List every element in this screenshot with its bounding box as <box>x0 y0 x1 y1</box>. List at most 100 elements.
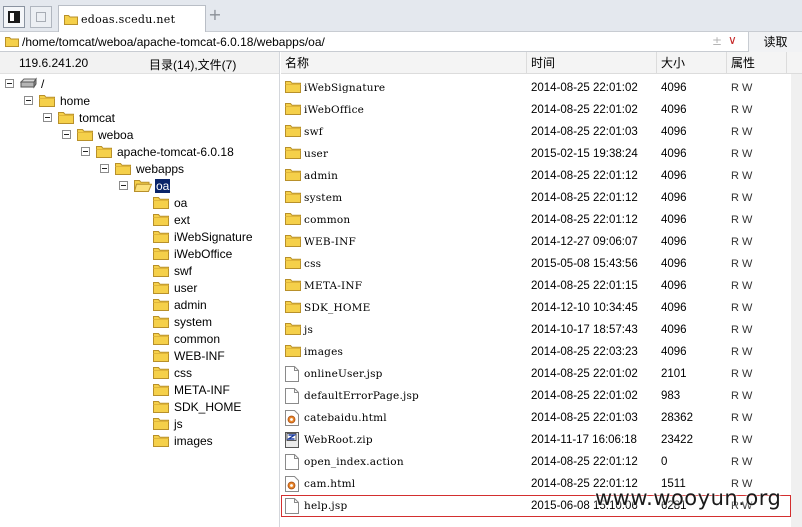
path-input[interactable]: /home/tomcat/weboa/apache-tomcat-6.0.18/… <box>22 35 325 49</box>
file-name: admin <box>304 170 339 182</box>
tree-node-label: tomcat <box>79 111 116 125</box>
collapse-toggle-icon[interactable] <box>62 130 71 139</box>
file-time: 2015-05-08 15:43:56 <box>531 258 638 270</box>
file-attr: R W <box>731 258 753 270</box>
file-name: defaultErrorPage.jsp <box>304 390 419 402</box>
file-size: 23422 <box>661 434 693 446</box>
collapse-toggle-icon[interactable] <box>119 181 128 190</box>
file-size: 4096 <box>661 170 687 182</box>
file-time: 2014-08-25 22:01:12 <box>531 192 638 204</box>
tree-node-label: system <box>174 315 213 329</box>
file-row[interactable]: iWebSignature 2014-08-25 22:01:02 4096 R W <box>281 77 791 99</box>
add-tab-button[interactable]: + <box>207 7 223 24</box>
folder-icon <box>115 162 131 178</box>
folder-icon <box>285 234 301 250</box>
file-size: 4096 <box>661 324 687 336</box>
inactive-tab-button[interactable] <box>30 6 52 28</box>
file-time: 2014-11-17 16:06:18 <box>531 434 637 446</box>
folder-icon <box>153 281 169 297</box>
file-attr: R W <box>731 346 753 358</box>
file-row[interactable]: admin 2014-08-25 22:01:12 4096 R W <box>281 165 791 187</box>
file-row[interactable]: defaultErrorPage.jsp 2014-08-25 22:01:02 9… <box>281 385 791 407</box>
file-row[interactable]: catebaidu.html 2014-08-25 22:01:03 28362 R … <box>281 407 791 429</box>
file-attr: R W <box>731 236 753 248</box>
file-time: 2014-12-10 10:34:45 <box>531 302 638 314</box>
file-row[interactable]: open_index.action 2014-08-25 22:01:12 0 R W <box>281 451 791 473</box>
file-row[interactable]: META-INF 2014-08-25 22:01:15 4096 R W <box>281 275 791 297</box>
collapse-toggle-icon[interactable] <box>81 147 90 156</box>
folder-open-icon <box>133 179 153 195</box>
file-time: 2014-08-25 22:01:12 <box>531 214 638 226</box>
file-row[interactable]: SDK_HOME 2014-12-10 10:34:45 4096 R W <box>281 297 791 319</box>
file-name: images <box>304 346 344 358</box>
file-row[interactable]: WebRoot.zip 2014-11-17 16:06:18 23422 R W <box>281 429 791 451</box>
collapse-toggle-icon[interactable] <box>5 79 14 88</box>
vertical-scrollbar[interactable] <box>791 74 802 527</box>
file-row[interactable]: css 2015-05-08 15:43:56 4096 R W <box>281 253 791 275</box>
file-row[interactable]: images 2014-08-25 22:03:23 4096 R W <box>281 341 791 363</box>
folder-icon <box>153 196 169 212</box>
file-time: 2014-08-25 22:01:02 <box>531 82 638 94</box>
file-size: 2101 <box>661 368 687 380</box>
file-attr: R W <box>731 434 753 446</box>
folder-icon <box>285 278 301 294</box>
file-name: catebaidu.html <box>304 412 387 424</box>
file-time: 2014-08-25 22:01:03 <box>531 126 638 138</box>
folder-icon <box>153 213 169 229</box>
column-header-time[interactable]: 时间 <box>527 52 657 74</box>
file-attr: R W <box>731 148 753 160</box>
tree-node-label: weboa <box>98 128 134 142</box>
file-attr: R W <box>731 82 753 94</box>
read-button[interactable]: 读取 <box>748 32 802 52</box>
file-row[interactable]: swf 2014-08-25 22:01:03 4096 R W <box>281 121 791 143</box>
address-controls: ± ∨ <box>706 33 746 50</box>
tree-node-label: WEB-INF <box>174 349 225 363</box>
file-row[interactable]: WEB-INF 2014-12-27 09:06:07 4096 R W <box>281 231 791 253</box>
folder-icon <box>285 190 301 206</box>
folder-icon <box>153 366 169 382</box>
file-size: 4096 <box>661 126 687 138</box>
tab-bar: edoas.scedu.net + <box>0 0 802 32</box>
tree-node-label: admin <box>174 298 207 312</box>
file-time: 2014-12-27 09:06:07 <box>531 236 638 248</box>
folder-icon <box>285 168 301 184</box>
file-size: 4096 <box>661 280 687 292</box>
tab-active[interactable]: edoas.scedu.net <box>58 5 206 32</box>
folder-icon <box>5 37 19 47</box>
file-attr: R W <box>731 170 753 182</box>
folder-icon <box>153 349 169 365</box>
collapse-toggle-icon[interactable] <box>43 113 52 122</box>
file-time: 2014-08-25 22:01:12 <box>531 170 638 182</box>
collapse-toggle-icon[interactable] <box>100 164 109 173</box>
file-row[interactable]: common 2014-08-25 22:01:12 4096 R W <box>281 209 791 231</box>
folder-icon <box>153 383 169 399</box>
panel-toggle-button[interactable] <box>3 6 25 28</box>
html-file-icon <box>285 410 299 429</box>
collapse-toggle-icon[interactable] <box>24 96 33 105</box>
server-ip: 119.6.241.20 <box>19 56 89 70</box>
file-name: js <box>304 324 314 336</box>
column-header-attr[interactable]: 属性 <box>727 52 787 74</box>
file-time: 2014-08-25 22:01:02 <box>531 390 638 402</box>
file-row[interactable]: js 2014-10-17 18:57:43 4096 R W <box>281 319 791 341</box>
tree-node-label: / <box>41 77 45 91</box>
column-header-name[interactable]: 名称 <box>281 52 527 74</box>
file-attr: R W <box>731 390 753 402</box>
file-name: help.jsp <box>304 500 348 512</box>
plus-minus-icon[interactable]: ± <box>712 34 722 48</box>
file-row[interactable]: system 2014-08-25 22:01:12 4096 R W <box>281 187 791 209</box>
chevron-down-icon[interactable]: ∨ <box>728 33 737 47</box>
folder-icon <box>153 434 169 450</box>
file-attr: R W <box>731 280 753 292</box>
column-header-size[interactable]: 大小 <box>657 52 727 74</box>
tree-node-label: iWebOffice <box>174 247 233 261</box>
file-size: 4096 <box>661 258 687 270</box>
tree-node-label: SDK_HOME <box>174 400 242 414</box>
tree-node-label: home <box>60 94 91 108</box>
file-row[interactable]: iWebOffice 2014-08-25 22:01:02 4096 R W <box>281 99 791 121</box>
tree-header: 119.6.241.20 目录(14),文件(7) <box>0 52 279 74</box>
folder-icon <box>39 94 55 110</box>
file-row[interactable]: user 2015-02-15 19:38:24 4096 R W <box>281 143 791 165</box>
file-row[interactable]: onlineUser.jsp 2014-08-25 22:01:02 2101 R W <box>281 363 791 385</box>
file-name: SDK_HOME <box>304 302 371 314</box>
